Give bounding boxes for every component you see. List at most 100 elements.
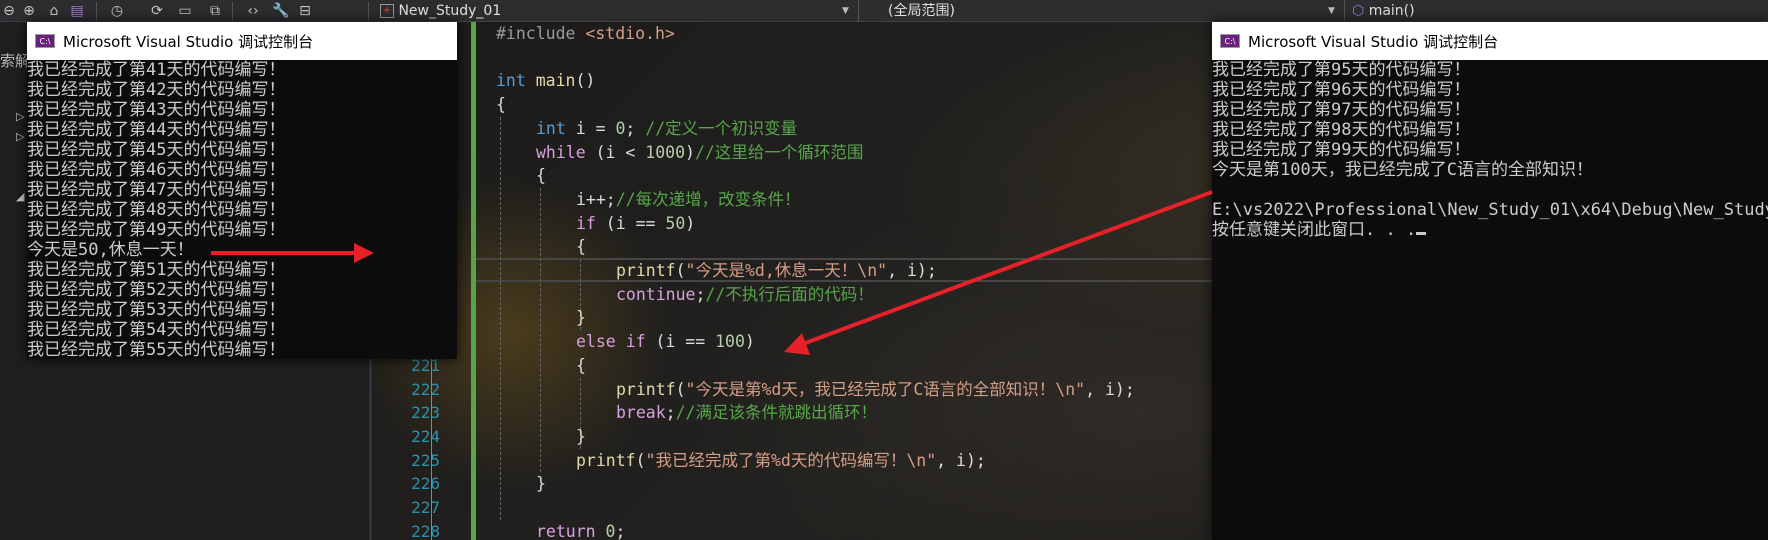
code-line[interactable]: {	[576, 354, 586, 378]
code-line[interactable]: }	[576, 425, 586, 449]
code-token-num: 0	[605, 521, 616, 540]
code-line[interactable]: {	[496, 93, 506, 117]
code-line[interactable]: int main()	[496, 69, 595, 93]
code-token-plain: i++;	[576, 189, 616, 209]
console-line-text: 我已经完成了第48天的代码编写！	[27, 200, 286, 220]
code-line[interactable]: }	[576, 306, 586, 330]
code-line[interactable]: {	[536, 164, 546, 188]
code-line[interactable]: {	[576, 235, 586, 259]
scope-dropdown-label: (全局范围)	[888, 3, 955, 19]
console-line-text: 我已经完成了第98天的代码编写！	[1212, 120, 1471, 140]
project-dropdown[interactable]: + New_Study_01 ▼	[380, 0, 856, 22]
wrench-icon[interactable]: 🔧	[272, 2, 290, 20]
code-token-plain: {	[496, 95, 506, 115]
member-dropdown-label: main()	[1368, 3, 1415, 19]
console-line: 我已经完成了第43天的代码编写！	[27, 100, 457, 120]
code-token-plain: , i);	[887, 261, 937, 280]
console-line: 我已经完成了第46天的代码编写！	[27, 160, 457, 180]
console-line: 我已经完成了第55天的代码编写！	[27, 340, 457, 359]
console-line-text: E:\vs2022\Professional\New_Study_01\x64\…	[1212, 200, 1768, 220]
console-line: 我已经完成了第97天的代码编写！	[1212, 100, 1768, 120]
code-line[interactable]: #include <stdio.h>	[496, 22, 675, 46]
back-icon[interactable]: ⊖	[0, 2, 18, 20]
expand-arrow-icon[interactable]: ▷	[16, 130, 24, 143]
code-line[interactable]: int i = 0; //定义一个初识变量	[536, 117, 797, 141]
chevron-down-icon: ▼	[842, 6, 849, 16]
console-title-bar[interactable]: C:\ Microsoft Visual Studio 调试控制台	[1212, 22, 1768, 60]
toolbar-separator	[232, 2, 233, 20]
chevron-down-icon: ▼	[1328, 6, 1335, 16]
solution-search-fragment[interactable]: 索解	[0, 50, 30, 71]
console-app-icon: C:\	[35, 34, 55, 48]
line-number: 225	[411, 450, 440, 470]
console-line-text: 按任意键关闭此窗口. . .	[1212, 220, 1417, 240]
code-token-cmt: //满足该条件就跳出循环！	[675, 403, 877, 423]
console-line-text: 我已经完成了第54天的代码编写！	[27, 320, 286, 340]
code-line[interactable]: break;//满足该条件就跳出循环！	[616, 401, 877, 425]
collapse-arrow-icon[interactable]: ◢	[16, 190, 24, 203]
code-token-plain: (i ==	[595, 213, 666, 233]
code-line[interactable]: else if (i == 100)	[576, 330, 755, 354]
code-token-plain: )	[744, 332, 755, 352]
debug-console-right[interactable]: C:\ Microsoft Visual Studio 调试控制台 我已经完成了…	[1212, 22, 1768, 540]
console-line-text: 我已经完成了第53天的代码编写！	[27, 300, 286, 320]
debug-console-left[interactable]: C:\ Microsoft Visual Studio 调试控制台 我已经完成了…	[27, 22, 457, 359]
code-line[interactable]: i++;//每次递增，改变条件！	[576, 188, 801, 212]
history-icon[interactable]: ◷	[108, 2, 126, 20]
code-line[interactable]: return 0;	[536, 520, 625, 540]
code-token-plain: (i ==	[645, 332, 716, 352]
code-line[interactable]: printf("我已经完成了第%d天的代码编写！\n", i);	[576, 449, 986, 473]
scope-dropdown[interactable]: (全局范围) ▼	[888, 0, 1342, 22]
console-line: E:\vs2022\Professional\New_Study_01\x64\…	[1212, 200, 1768, 220]
home-icon[interactable]: ⌂	[45, 2, 63, 20]
window-icon[interactable]: ▭	[176, 2, 194, 20]
code-token-ctl: if	[625, 332, 646, 352]
code-token-num: 1000	[645, 142, 686, 162]
member-dropdown[interactable]: ⬡ main()	[1352, 0, 1768, 22]
console-line-text: 我已经完成了第55天的代码编写！	[27, 340, 286, 359]
line-number: 228	[411, 521, 440, 540]
console-output: 我已经完成了第41天的代码编写！ 我已经完成了第42天的代码编写！ 我已经完成了第4…	[27, 60, 457, 359]
code-line[interactable]: printf("今天是第%d天，我已经完成了C语言的全部知识！\n", i);	[616, 378, 1135, 402]
console-title-bar[interactable]: C:\ Microsoft Visual Studio 调试控制台	[27, 22, 457, 60]
forward-icon[interactable]: ⊕	[20, 2, 38, 20]
toolbar-separator	[1344, 0, 1345, 22]
code-token-plain: }	[576, 308, 586, 328]
console-line-text: 我已经完成了第44天的代码编写！	[27, 120, 286, 140]
code-token-ctl: break	[616, 403, 666, 423]
code-token-plain: ;	[615, 521, 626, 540]
code-token-plain: , i);	[1085, 379, 1135, 399]
code-token-fn: printf	[576, 450, 636, 470]
code-token-plain: , i);	[936, 450, 986, 470]
console-line: 我已经完成了第45天的代码编写！	[27, 140, 457, 160]
refresh-icon[interactable]: ⟳	[148, 2, 166, 20]
console-line-text: 我已经完成了第41天的代码编写！	[27, 60, 286, 80]
console-line: 今天是50,休息一天！	[27, 240, 457, 260]
vs-solution-icon[interactable]: ▤	[68, 2, 86, 20]
code-line[interactable]: while (i < 1000)//这里给一个循环范围	[536, 141, 863, 165]
code-line[interactable]: if (i == 50)	[576, 212, 695, 236]
expand-arrow-icon[interactable]: ▷	[16, 110, 24, 123]
code-line[interactable]: printf("今天是%d,休息一天！\n", i);	[616, 259, 937, 283]
console-line: 我已经完成了第51天的代码编写！	[27, 260, 457, 280]
multi-window-icon[interactable]: ⧉	[206, 2, 224, 20]
console-line: 我已经完成了第95天的代码编写！	[1212, 60, 1768, 80]
code-icon[interactable]: ‹›	[244, 2, 262, 20]
console-line: 我已经完成了第47天的代码编写！	[27, 180, 457, 200]
console-line-text: 我已经完成了第97天的代码编写！	[1212, 100, 1471, 120]
console-title: Microsoft Visual Studio 调试控制台	[63, 32, 314, 51]
console-line-text: 我已经完成了第51天的代码编写！	[27, 260, 286, 280]
code-token-kw: int	[536, 118, 566, 138]
code-token-ctl: return	[536, 521, 596, 540]
code-token-cmt: //这里给一个循环范围	[694, 142, 864, 162]
code-line[interactable]: continue;//不执行后面的代码！	[616, 283, 874, 307]
code-line[interactable]: }	[536, 472, 546, 496]
code-token-ctl: while	[536, 142, 586, 162]
code-token-plain: (	[675, 379, 686, 399]
toolbox-icon[interactable]: ⊟	[296, 2, 314, 20]
text-cursor	[1416, 232, 1427, 235]
console-line-text: 我已经完成了第95天的代码编写！	[1212, 60, 1471, 80]
code-token-num: 0	[615, 118, 626, 138]
